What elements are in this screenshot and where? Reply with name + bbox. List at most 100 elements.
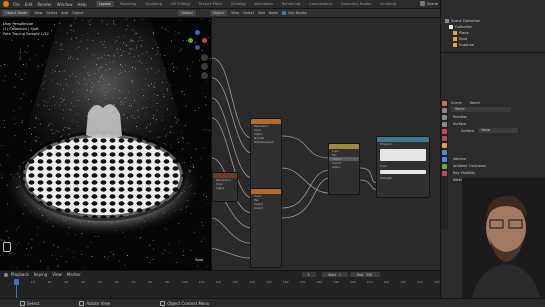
tab-uv-editing[interactable]: UV Editing: [168, 1, 193, 7]
tab-geometry-nodes[interactable]: Geometry Nodes: [338, 1, 374, 7]
surface-shader-field[interactable]: None: [478, 128, 519, 133]
scene-tab-icon[interactable]: [442, 129, 447, 134]
tab-modeling[interactable]: Modeling: [117, 1, 139, 7]
timeline-menu-marker[interactable]: Marker: [67, 272, 81, 277]
section-surface[interactable]: Surface: [441, 120, 545, 127]
tool-tab-icon[interactable]: [442, 101, 447, 106]
render-tab-icon[interactable]: [442, 108, 447, 113]
noise-pixel: [143, 95, 144, 97]
node-image-texture-b[interactable]: Color Fac Color1 Color2: [250, 188, 282, 268]
pan-icon[interactable]: [201, 63, 208, 70]
end-frame-field[interactable]: End 250: [349, 272, 380, 277]
world-tab-icon[interactable]: [442, 136, 447, 141]
current-frame-field[interactable]: 1: [301, 272, 316, 277]
vp-menu-add[interactable]: Add: [61, 11, 68, 15]
tab-shading[interactable]: Shading: [228, 1, 249, 7]
timeline-menu-playback[interactable]: Playback: [11, 272, 29, 277]
node-menu-view[interactable]: View: [231, 11, 239, 15]
menu-help[interactable]: Help: [77, 2, 86, 7]
noise-pixel: [201, 240, 202, 242]
section-ambient-occlusion[interactable]: Ambient Occlusion: [441, 162, 545, 169]
noise-pixel: [74, 106, 76, 107]
node-menu-node[interactable]: Node: [269, 11, 278, 15]
x-axis-icon[interactable]: [202, 38, 207, 43]
camera-view-icon[interactable]: [201, 72, 208, 79]
noise-pixel: [134, 117, 136, 119]
menu-render[interactable]: Render: [37, 2, 51, 7]
y-axis-icon[interactable]: [188, 38, 193, 43]
tab-sculpting[interactable]: Sculpting: [142, 1, 165, 7]
color-ramp-preview[interactable]: [380, 149, 426, 161]
noise-pixel: [174, 117, 176, 118]
hand-tool-icon[interactable]: [3, 242, 11, 252]
presenter-video: [462, 178, 545, 298]
noise-pixel: [94, 54, 96, 56]
menu-file[interactable]: File: [13, 2, 20, 7]
vp-menu-object[interactable]: Object: [72, 11, 83, 15]
node-object-selector[interactable]: Object: [209, 10, 227, 16]
menu-edit[interactable]: Edit: [25, 2, 33, 7]
use-nodes-checkbox[interactable]: [282, 11, 286, 15]
properties-tab-column: [441, 99, 448, 229]
modifier-tab-icon[interactable]: [442, 150, 447, 155]
tab-texture-paint[interactable]: Texture Paint: [196, 1, 225, 7]
timeline-ruler[interactable]: 0102030405060708090100110120130140150160…: [0, 280, 440, 288]
noise-pixel: [38, 39, 39, 40]
section-volume[interactable]: Volume: [441, 155, 545, 162]
tab-compositing[interactable]: Compositing: [306, 1, 335, 7]
view-layer-tab-icon[interactable]: [442, 122, 447, 127]
outliner[interactable]: Scene Collection Collection Plane Spot S…: [441, 18, 545, 53]
noise-pixel: [88, 99, 89, 100]
noise-pixel: [31, 100, 32, 102]
z-axis-icon[interactable]: [195, 30, 200, 35]
menu-window[interactable]: Window: [57, 2, 73, 7]
3d-viewport[interactable]: User Perspective (1) Collection | Spot P…: [0, 18, 212, 270]
socket-label: Displacement: [254, 140, 274, 144]
timeline-tick-label: 50: [98, 280, 102, 284]
breadcrumb-scene[interactable]: Scene: [451, 101, 462, 105]
world-name-field[interactable]: World: [451, 107, 511, 112]
output-tab-icon[interactable]: [442, 115, 447, 120]
noise-pixel: [70, 29, 72, 31]
tab-rendering[interactable]: Rendering: [279, 1, 303, 7]
constraints-tab-icon[interactable]: [442, 164, 447, 169]
tab-layout[interactable]: Layout: [95, 1, 114, 7]
timeline-menu-keying[interactable]: Keying: [34, 272, 47, 277]
vp-menu-select[interactable]: Select: [46, 11, 57, 15]
noise-pixel: [66, 32, 68, 34]
shader-node-editor[interactable]: Resolution Color Alpha Resolution Color …: [212, 18, 440, 270]
start-frame-field[interactable]: Start 1: [321, 272, 348, 277]
section-ray-visibility[interactable]: Ray Visibility: [441, 169, 545, 176]
tab-scripting[interactable]: Scripting: [377, 1, 399, 7]
node-mix[interactable]: Color Fac Color1 Color2 Alpha: [328, 143, 360, 195]
strength-field[interactable]: [380, 170, 426, 174]
mode-selector[interactable]: Object Mode: [2, 10, 31, 16]
noise-pixel: [138, 116, 140, 118]
vp-menu-view[interactable]: View: [34, 11, 42, 15]
breadcrumb-world[interactable]: World: [470, 101, 480, 105]
scene-selector[interactable]: Scene: [420, 1, 438, 6]
physics-tab-icon[interactable]: [442, 157, 447, 162]
node-emission[interactable]: Emission Color Strength: [376, 136, 430, 198]
zoom-icon[interactable]: [201, 54, 208, 61]
section-preview[interactable]: Preview: [441, 113, 545, 120]
noise-pixel: [94, 236, 96, 237]
tab-animation[interactable]: Animation: [252, 1, 276, 7]
timeline[interactable]: Playback Keying View Marker 1 Start 1 En…: [0, 270, 440, 298]
navigation-gizmo[interactable]: [186, 30, 208, 52]
timeline-menu-view[interactable]: View: [52, 272, 62, 277]
material-tab-icon[interactable]: [442, 171, 447, 176]
scene-name: Scene: [427, 1, 438, 6]
node-texture-left[interactable]: Resolution Color Alpha: [212, 172, 238, 202]
object-tab-icon[interactable]: [442, 143, 447, 148]
node-menu-select[interactable]: Select: [243, 11, 254, 15]
neg-z-axis-icon[interactable]: [195, 45, 200, 50]
node-menu-add[interactable]: Add: [258, 11, 265, 15]
transform-orientation[interactable]: Global: [178, 10, 196, 16]
noise-pixel: [116, 40, 118, 42]
noise-pixel: [50, 129, 52, 131]
noise-pixel: [189, 161, 191, 162]
blender-logo-icon[interactable]: [3, 1, 9, 7]
world-datablock[interactable]: World: [441, 106, 545, 113]
outliner-item-suzanne[interactable]: Suzanne: [441, 42, 545, 48]
